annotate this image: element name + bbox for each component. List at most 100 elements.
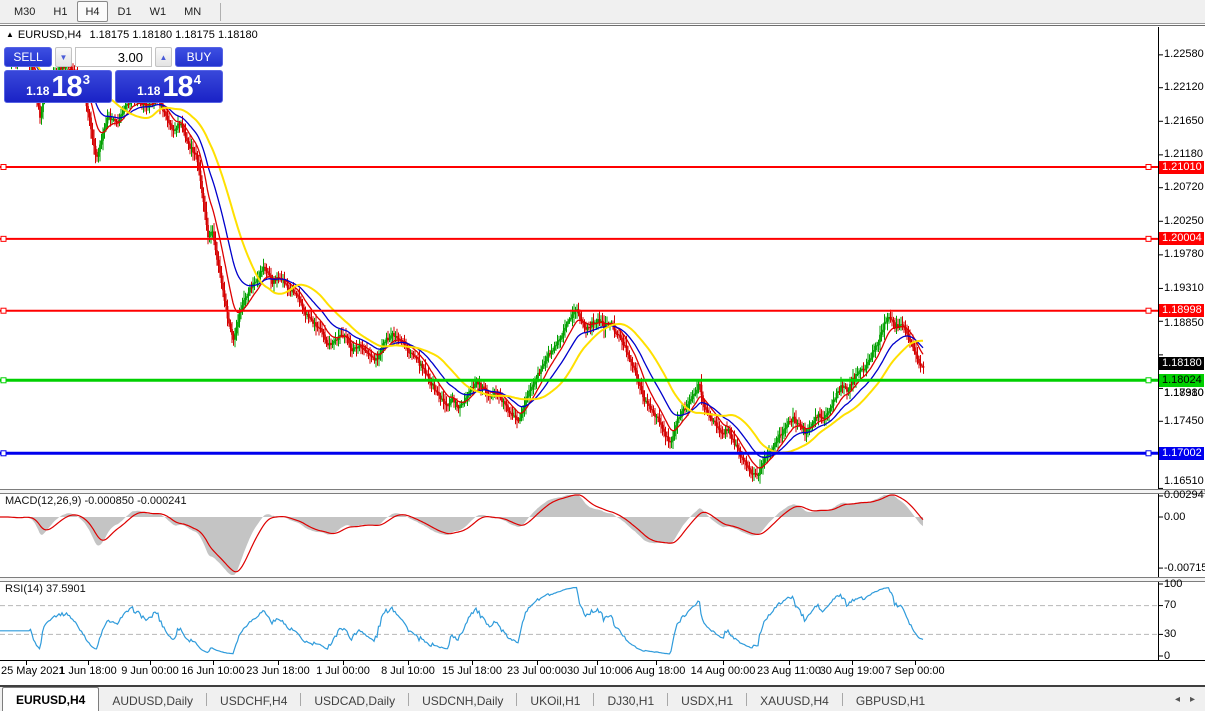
sell-price-box[interactable]: 1.18183 — [4, 70, 112, 103]
candles-up-wicks — [9, 51, 902, 484]
chart-tab-usdx-h1[interactable]: USDX,H1 — [668, 691, 746, 711]
time-tick-label: 7 Sep 00:00 — [885, 665, 944, 677]
timeframe-button-m30[interactable]: M30 — [6, 1, 43, 22]
price-tick-label: 1.22580 — [1164, 48, 1204, 61]
one-click-trading-panel: SELL ▼ 3.00 ▲ BUY 1.18183 1.18184 — [4, 47, 223, 103]
hline-handle[interactable] — [1, 165, 6, 170]
volume-input[interactable]: 3.00 — [75, 47, 152, 67]
price-tick-label: 1.21650 — [1164, 115, 1204, 128]
panel-separator — [0, 581, 1205, 582]
hline-price-label: 1.17002 — [1159, 447, 1204, 460]
hline-handle[interactable] — [1146, 308, 1151, 313]
price-tick-label: 1.20720 — [1164, 181, 1204, 194]
buy-price-prefix: 1.18 — [137, 84, 160, 98]
time-tick-label: 1 Jun 18:00 — [59, 665, 117, 677]
chart-tab-ukoil-h1[interactable]: UKOil,H1 — [517, 691, 593, 711]
collapse-panel-icon[interactable]: ▲ — [6, 30, 14, 39]
timeframe-toolbar: M30H1H4D1W1MN — [0, 0, 1205, 24]
rsi-line — [0, 588, 923, 654]
hline-handle[interactable] — [1, 451, 6, 456]
tab-scroll-arrows: ◂▸ — [1175, 694, 1205, 705]
macd-tick-label: 0.002947 — [1164, 489, 1204, 502]
chart-tab-gbpusd-h1[interactable]: GBPUSD,H1 — [843, 691, 938, 711]
volume-decrease-button[interactable]: ▼ — [55, 47, 72, 67]
chart-tab-usdchf-h4[interactable]: USDCHF,H4 — [207, 691, 300, 711]
price-tick-label: 1.21180 — [1164, 148, 1204, 161]
time-tick-label: 8 Jul 10:00 — [381, 665, 435, 677]
candles-up-bodies — [9, 56, 902, 476]
time-tick-label: 30 Jul 10:00 — [567, 665, 627, 677]
timeframe-button-w1[interactable]: W1 — [142, 1, 175, 22]
time-tick-label: 25 May 2021 — [1, 665, 65, 677]
price-tick-label: 1.19310 — [1164, 282, 1204, 295]
macd-tick-label: -0.007151 — [1164, 562, 1204, 575]
hline-handle[interactable] — [1, 308, 6, 313]
sell-price-prefix: 1.18 — [26, 84, 49, 98]
rsi-tick-label: 30 — [1164, 628, 1204, 641]
toolbar-divider — [220, 3, 221, 21]
buy-price-sup: 4 — [194, 72, 201, 87]
panel-separator — [0, 577, 1205, 578]
sell-button[interactable]: SELL — [4, 47, 52, 67]
price-tick-label: 1.22120 — [1164, 81, 1204, 94]
timeframe-button-d1[interactable]: D1 — [110, 1, 140, 22]
price-tick-label: 1.17910 — [1164, 387, 1204, 400]
rsi-tick-label: 0 — [1164, 650, 1204, 663]
hline-handle[interactable] — [1146, 451, 1151, 456]
macd-tick-label: 0.00 — [1164, 511, 1204, 524]
buy-button[interactable]: BUY — [175, 47, 223, 67]
chart-tab-eurusd-h4[interactable]: EURUSD,H4 — [2, 687, 99, 711]
chevron-up-icon: ▲ — [160, 53, 168, 62]
chart-tab-xauusd-h4[interactable]: XAUUSD,H4 — [747, 691, 842, 711]
hline-handle[interactable] — [1146, 165, 1151, 170]
chart-ohlc-values: 1.18175 1.18180 1.18175 1.18180 — [90, 29, 258, 41]
mt4-chart-window: M30H1H4D1W1MN ▲ EURUSD,H4 1.18175 1.18180 … — [0, 0, 1205, 711]
hline-handle[interactable] — [1, 378, 6, 383]
tab-scroll-left-icon[interactable]: ◂ — [1175, 694, 1180, 705]
chart-tab-usdcnh-daily[interactable]: USDCNH,Daily — [409, 691, 516, 711]
chart-tab-dj30-h1[interactable]: DJ30,H1 — [594, 691, 667, 711]
chart-area[interactable] — [0, 0, 1205, 711]
macd-indicator-label: MACD(12,26,9) -0.000850 -0.000241 — [5, 495, 187, 507]
chart-ohlc-header: ▲ EURUSD,H4 1.18175 1.18180 1.18175 1.1818… — [6, 29, 258, 41]
time-tick-label: 1 Jul 00:00 — [316, 665, 370, 677]
hline-handle[interactable] — [1146, 378, 1151, 383]
timeframe-button-mn[interactable]: MN — [176, 1, 209, 22]
sell-price-big: 18 — [51, 74, 81, 100]
price-tick-label: 1.16510 — [1164, 475, 1204, 488]
time-tick-label: 23 Jul 00:00 — [507, 665, 567, 677]
buy-price-box[interactable]: 1.18184 — [115, 70, 223, 103]
chart-tab-bar: EURUSD,H4AUDUSD,DailyUSDCHF,H4USDCAD,Dai… — [0, 685, 1205, 711]
panel-separator-gap — [0, 578, 1205, 581]
timeframe-button-h1[interactable]: H1 — [45, 1, 75, 22]
hline-price-label: 1.18998 — [1159, 304, 1204, 317]
time-tick-label: 9 Jun 00:00 — [121, 665, 179, 677]
candles-down-wicks — [10, 49, 924, 482]
volume-increase-button[interactable]: ▲ — [155, 47, 172, 67]
hline-handle[interactable] — [1, 236, 6, 241]
time-tick-label: 6 Aug 18:00 — [627, 665, 686, 677]
price-tick-label: 1.18850 — [1164, 317, 1204, 330]
time-axis-border — [0, 660, 1205, 661]
panel-separator — [0, 489, 1205, 490]
panel-separator — [0, 493, 1205, 494]
timeframe-button-h4[interactable]: H4 — [77, 1, 107, 22]
time-tick-label: 23 Jun 18:00 — [246, 665, 310, 677]
chart-tab-usdcad-daily[interactable]: USDCAD,Daily — [301, 691, 408, 711]
chart-tab-audusd-daily[interactable]: AUDUSD,Daily — [99, 691, 206, 711]
sell-price-sup: 3 — [83, 72, 90, 87]
chart-symbol-label: EURUSD,H4 — [18, 29, 82, 41]
time-tick-label: 14 Aug 00:00 — [691, 665, 756, 677]
tab-scroll-right-icon[interactable]: ▸ — [1190, 694, 1195, 705]
price-tick-label: 1.17450 — [1164, 415, 1204, 428]
ma-fast-line — [8, 58, 923, 468]
price-tick-label: 1.19780 — [1164, 248, 1204, 261]
panel-separator-gap — [0, 490, 1205, 493]
time-tick-label: 30 Aug 19:00 — [820, 665, 885, 677]
macd-histogram-area — [0, 495, 923, 575]
chevron-down-icon: ▼ — [60, 53, 68, 62]
time-tick-label: 15 Jul 18:00 — [442, 665, 502, 677]
time-tick-label: 23 Aug 11:00 — [757, 665, 821, 677]
buy-price-big: 18 — [162, 74, 192, 100]
hline-handle[interactable] — [1146, 236, 1151, 241]
